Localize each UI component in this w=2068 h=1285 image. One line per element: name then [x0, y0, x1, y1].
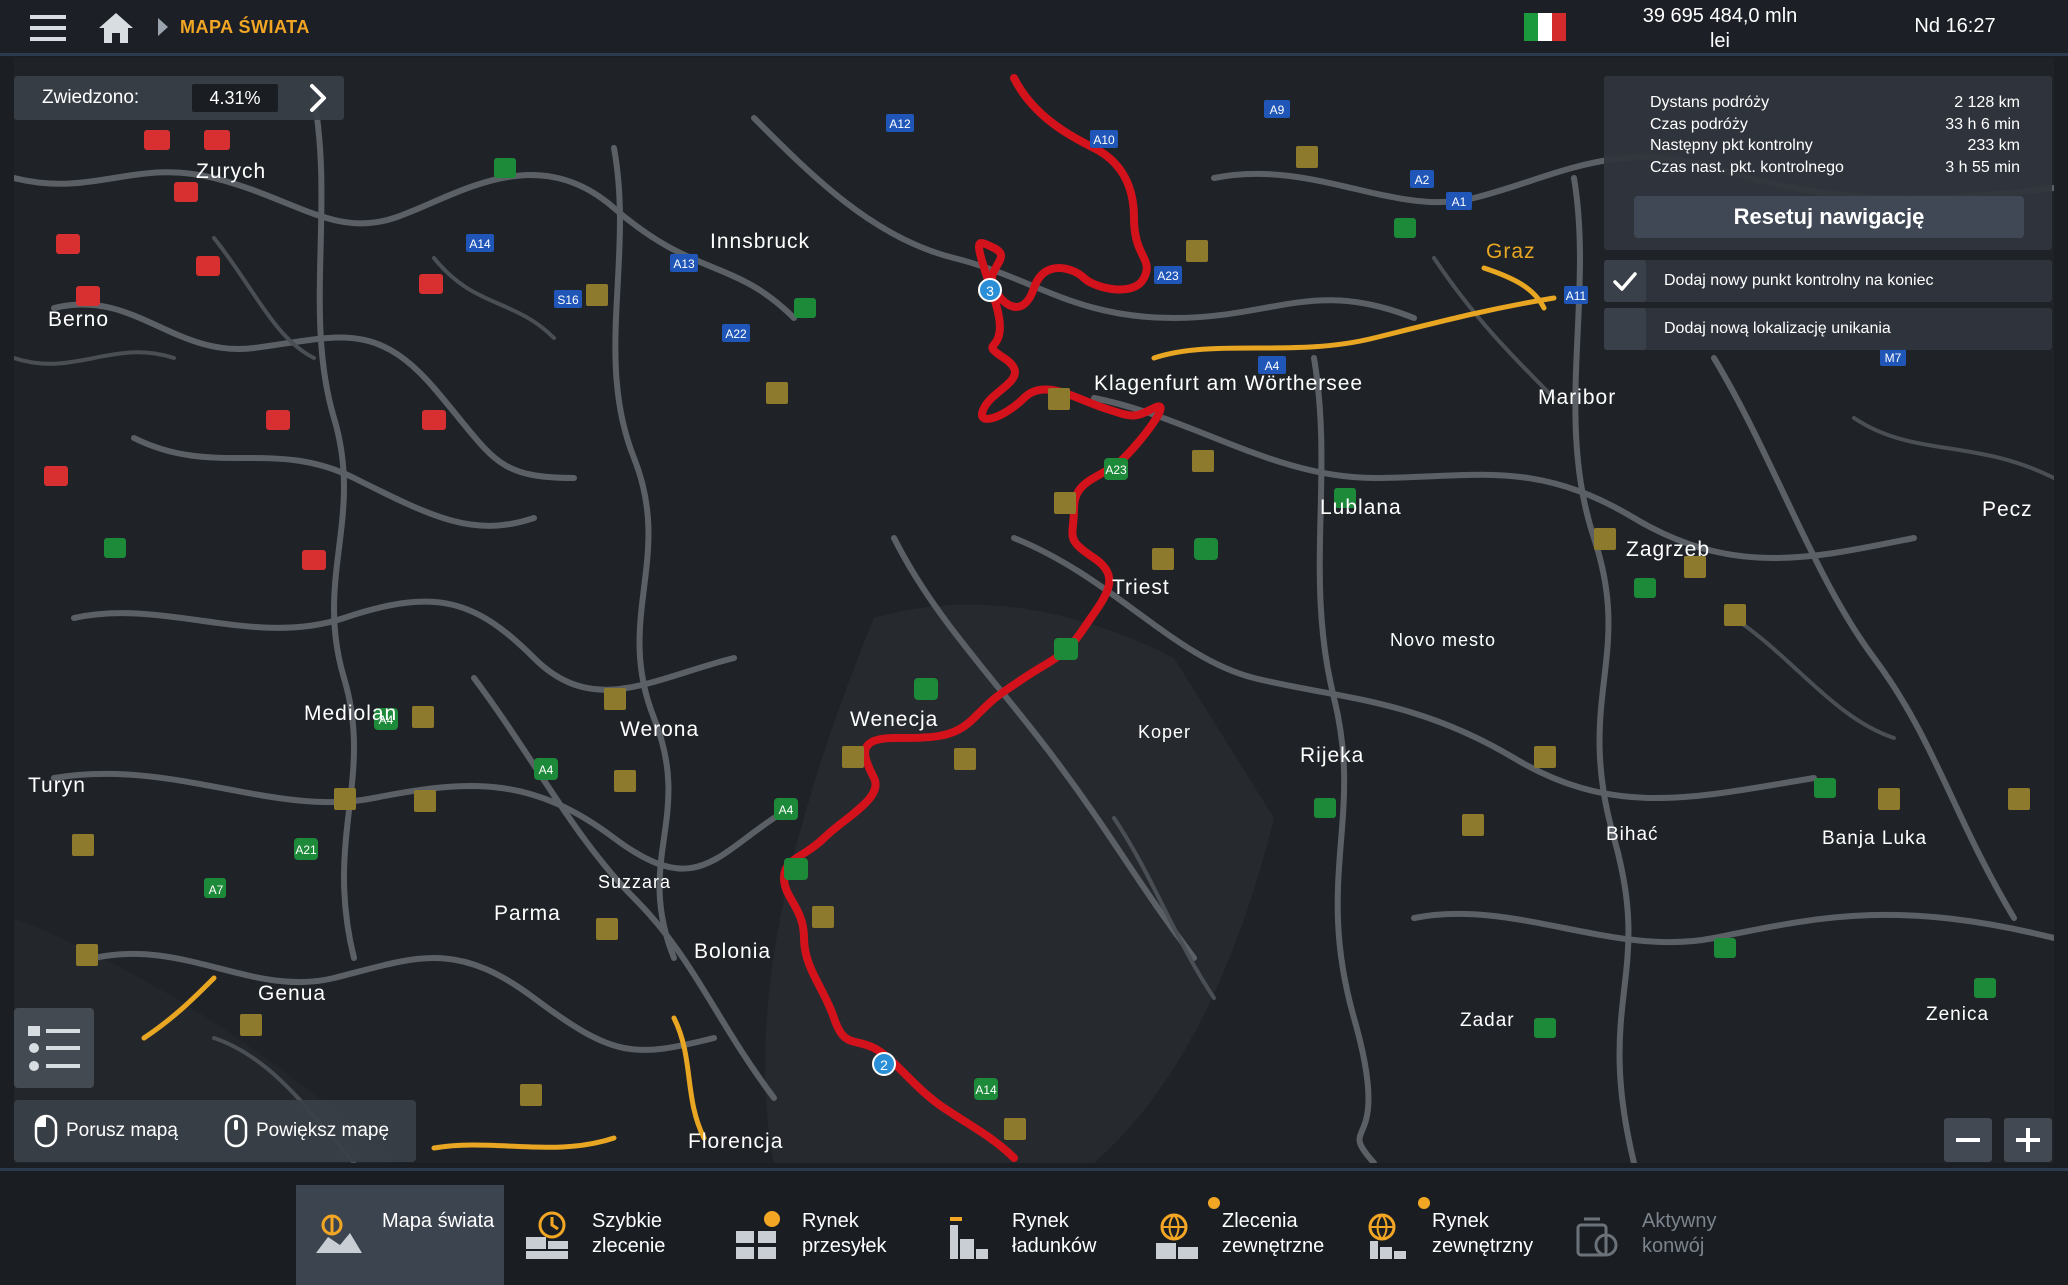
map-legend-button[interactable] — [14, 1008, 94, 1088]
italy-flag-icon — [1524, 13, 1566, 41]
svg-text:A14: A14 — [975, 1083, 997, 1097]
city-label[interactable]: Klagenfurt am Wörthersee — [1094, 372, 1363, 395]
svg-text:A11: A11 — [1566, 289, 1587, 303]
option-label: Dodaj nową lokalizację unikania — [1664, 320, 1891, 337]
city-label[interactable]: Suzzara — [598, 872, 671, 892]
checkbox-checked[interactable] — [1604, 260, 1646, 302]
city-label[interactable]: Zenica — [1926, 1004, 1989, 1025]
reset-navigation-button[interactable]: Resetuj nawigację — [1634, 196, 2024, 238]
svg-text:2: 2 — [880, 1057, 888, 1073]
tab-world-map[interactable]: Mapa świata — [296, 1185, 504, 1285]
city-label[interactable]: Novo mesto — [1390, 630, 1496, 650]
visited-label: Zwiedzono: — [42, 87, 140, 108]
city-label[interactable]: Rijeka — [1300, 744, 1364, 767]
convoy-icon — [1576, 1217, 1618, 1257]
chevron-right-icon — [158, 18, 168, 36]
city-label[interactable]: Maribor — [1538, 386, 1616, 409]
city-label[interactable]: Bihać — [1606, 824, 1659, 845]
city-label[interactable]: Werona — [620, 718, 699, 741]
city-label[interactable]: Turyn — [28, 774, 86, 797]
city-label[interactable]: Banja Luka — [1822, 828, 1927, 849]
hint-zoom: Powiększ mapę — [224, 1114, 389, 1148]
minus-icon — [1956, 1138, 1980, 1142]
add-avoid-location-option[interactable]: Dodaj nową lokalizację unikania — [1604, 308, 2052, 350]
city-label[interactable]: Graz — [1486, 240, 1536, 263]
city-label[interactable]: Zadar — [1460, 1010, 1515, 1031]
city-label[interactable]: Parma — [494, 902, 561, 925]
svg-text:A10: A10 — [1093, 133, 1115, 147]
city-label[interactable]: Koper — [1138, 722, 1191, 742]
svg-text:A21: A21 — [295, 843, 317, 857]
plus-icon — [2016, 1128, 2040, 1152]
tab-external-contracts[interactable]: Zlecenia zewnętrzne — [1136, 1185, 1344, 1285]
freight-market-icon — [736, 1211, 780, 1259]
external-contracts-globe-icon — [1156, 1213, 1198, 1259]
city-label[interactable]: Florencja — [688, 1130, 783, 1153]
svg-text:A13: A13 — [673, 257, 695, 271]
bottom-tab-bar: Mapa świata Szybkie zlecenie Rynek przes… — [0, 1168, 2068, 1285]
svg-text:M7: M7 — [1885, 351, 1902, 365]
city-label[interactable]: Innsbruck — [710, 230, 810, 253]
tab-active-convoy[interactable]: Aktywny konwój — [1556, 1185, 1764, 1285]
city-label[interactable]: Triest — [1112, 576, 1170, 599]
tab-cargo-market[interactable]: Rynek ładunków — [926, 1185, 1134, 1285]
tab-external-market[interactable]: Rynek zewnętrzny — [1346, 1185, 1554, 1285]
svg-text:A9: A9 — [1270, 103, 1285, 117]
city-label[interactable]: Genua — [258, 982, 326, 1005]
quick-job-clock-icon — [526, 1211, 568, 1259]
zoom-in-button[interactable] — [2004, 1118, 2052, 1162]
city-label[interactable]: Wenecja — [850, 708, 938, 731]
money-balance: 39 695 484,0 mln lei — [1642, 5, 1798, 52]
city-label[interactable]: Zurych — [196, 160, 266, 183]
mouse-scroll-icon — [224, 1114, 248, 1148]
svg-text:A7: A7 — [209, 883, 224, 897]
city-label[interactable]: Pecz — [1982, 498, 2033, 521]
svg-text:A4: A4 — [379, 713, 394, 727]
svg-text:A2: A2 — [1415, 173, 1430, 187]
option-label: Dodaj nowy punkt kontrolny na koniec — [1664, 272, 1934, 289]
visited-value: 4.31% — [192, 84, 278, 112]
mouse-left-icon — [34, 1114, 58, 1148]
city-label[interactable]: Bolonia — [694, 940, 771, 963]
game-clock: Nd 16:27 — [1914, 15, 1996, 37]
control-hints: Porusz mapą Powiększ mapę — [14, 1100, 416, 1162]
waypoint-marker-2[interactable]: 2 — [872, 1052, 896, 1076]
home-icon[interactable] — [96, 10, 136, 46]
top-bar: MAPA ŚWIATA 39 695 484,0 mln lei Nd 16:2… — [0, 0, 2068, 56]
svg-text:A1: A1 — [1452, 195, 1467, 209]
city-label[interactable]: Zagrzeb — [1626, 538, 1710, 561]
notification-dot — [1418, 1197, 1430, 1209]
external-market-globe-icon — [1368, 1213, 1406, 1259]
svg-text:A4: A4 — [1265, 359, 1280, 373]
add-checkpoint-option[interactable]: Dodaj nowy punkt kontrolny na koniec — [1604, 260, 2052, 302]
navigation-info-panel: Dystans podróży 2 128 km Czas podróży 33… — [1604, 76, 2052, 250]
hint-move: Porusz mapą — [34, 1114, 178, 1148]
cargo-market-icon — [950, 1217, 988, 1259]
svg-text:A23: A23 — [1105, 463, 1127, 477]
svg-text:A14: A14 — [469, 237, 491, 251]
svg-text:A12: A12 — [889, 117, 911, 131]
tab-quick-job[interactable]: Szybkie zlecenie — [506, 1185, 714, 1285]
legend-list-icon — [28, 1026, 80, 1071]
zoom-out-button[interactable] — [1944, 1118, 1992, 1162]
checkmark-icon — [1613, 272, 1637, 291]
menu-icon[interactable] — [28, 12, 68, 44]
chevron-right-icon[interactable] — [302, 82, 334, 114]
world-map-icon — [316, 1214, 362, 1253]
svg-text:S16: S16 — [557, 293, 579, 307]
city-label[interactable]: Berno — [48, 308, 109, 331]
checkbox-unchecked[interactable] — [1604, 308, 1646, 350]
svg-text:A4: A4 — [539, 763, 554, 777]
svg-text:A4: A4 — [779, 803, 794, 817]
svg-text:3: 3 — [986, 283, 994, 299]
tab-freight-market[interactable]: Rynek przesyłek — [716, 1185, 924, 1285]
breadcrumb: MAPA ŚWIATA — [180, 17, 310, 37]
notification-dot — [1208, 1197, 1220, 1209]
svg-text:A22: A22 — [725, 327, 747, 341]
city-label[interactable]: Lublana — [1320, 496, 1402, 519]
waypoint-marker-3[interactable]: 3 — [978, 278, 1002, 302]
svg-text:A23: A23 — [1157, 269, 1179, 283]
visited-percentage-box: Zwiedzono: 4.31% — [14, 76, 344, 120]
